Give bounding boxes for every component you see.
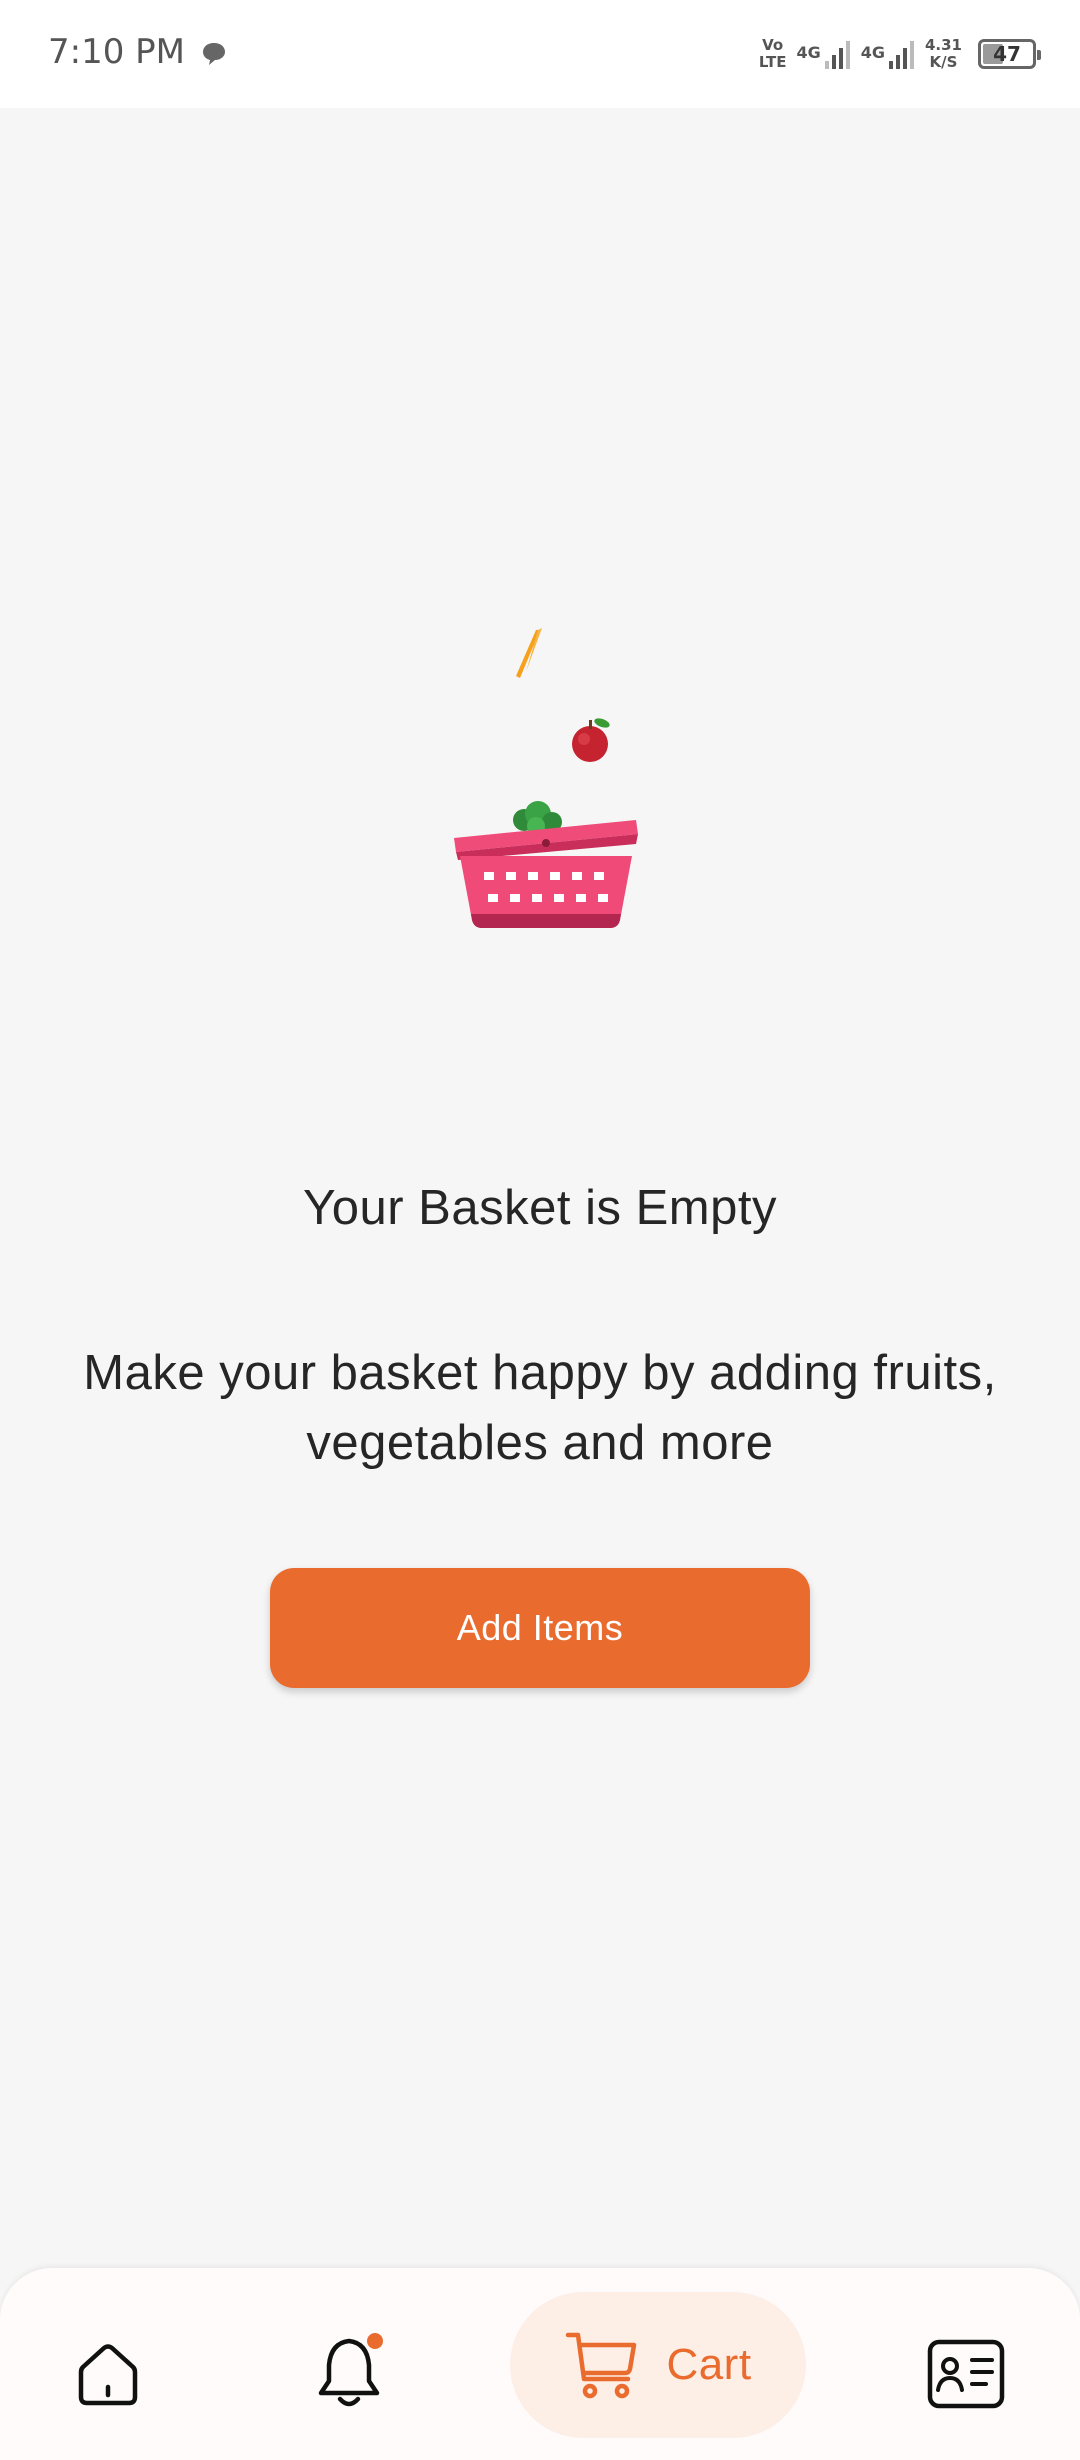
- cart-screen: 7:10 PM Vo LTE 4G 4G 4.31 K/S 47 Your Ba…: [0, 0, 1080, 2460]
- empty-basket-title: Your Basket is Empty: [303, 1181, 777, 1235]
- bottom-navigation: Cart: [0, 2268, 1080, 2460]
- status-indicators: Vo LTE 4G 4G 4.31 K/S 47: [759, 30, 1041, 78]
- nav-cart-label: Cart: [666, 2340, 752, 2389]
- network-speed: 4.31 K/S: [925, 37, 962, 71]
- home-icon: [78, 2344, 138, 2406]
- basket-icon: [454, 820, 638, 928]
- battery-level: 47: [993, 42, 1021, 66]
- volte-bottom: LTE: [758, 53, 787, 71]
- cart-icon: [566, 2332, 637, 2399]
- volte-top: Vo: [762, 36, 784, 54]
- notification-badge: [367, 2333, 383, 2349]
- speed-unit: K/S: [929, 53, 958, 71]
- status-time: 7:10 PM: [48, 32, 185, 72]
- nav-profile[interactable]: [918, 2326, 1014, 2422]
- bell-icon: [318, 2333, 383, 2407]
- nav-home[interactable]: [62, 2328, 154, 2420]
- volte-indicator: Vo LTE: [759, 37, 787, 71]
- sim1-network-label: 4G: [796, 43, 821, 62]
- sim2-network-label: 4G: [860, 43, 885, 62]
- status-bar: 7:10 PM Vo LTE 4G 4G 4.31 K/S 47: [0, 0, 1080, 108]
- battery-icon: 47: [978, 39, 1041, 69]
- chat-notification-icon: [200, 40, 228, 73]
- carrot-icon: [516, 628, 542, 678]
- add-items-button[interactable]: Add Items: [270, 1568, 810, 1688]
- sim1-signal: 4G: [796, 39, 850, 69]
- signal-icon: [888, 41, 914, 69]
- nav-notifications[interactable]: [302, 2322, 402, 2422]
- signal-icon: [824, 41, 850, 69]
- id-card-icon: [927, 2339, 1005, 2409]
- empty-basket-illustration: [440, 620, 660, 940]
- battery-tip: [1037, 50, 1041, 60]
- sim2-signal: 4G: [861, 39, 915, 69]
- speed-value: 4.31: [924, 36, 962, 54]
- nav-cart[interactable]: Cart: [510, 2292, 806, 2438]
- empty-basket-subtitle: Make your basket happy by adding fruits,…: [83, 1346, 997, 1470]
- apple-icon: [572, 718, 610, 762]
